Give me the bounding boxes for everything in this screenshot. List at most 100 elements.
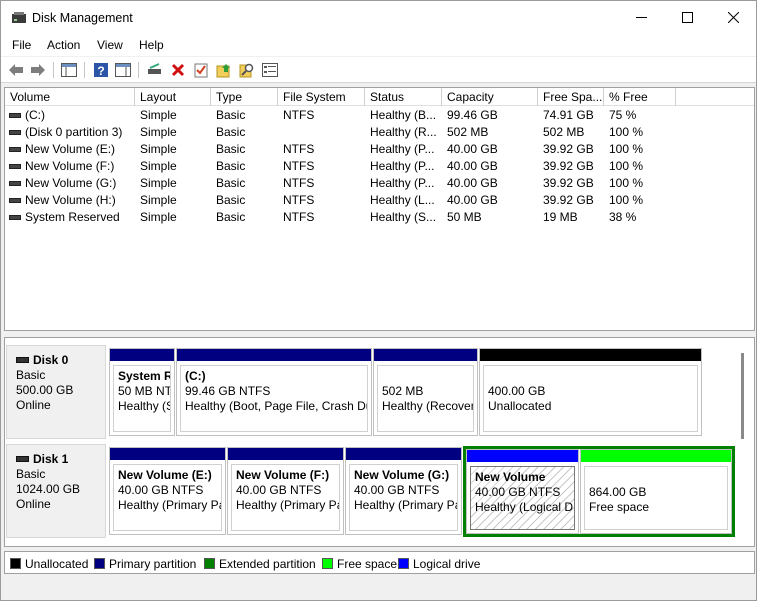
partition-size: 40.00 GB NTFS (354, 483, 440, 497)
table-row[interactable]: (Disk 0 partition 3) Simple Basic Healthy (… (5, 124, 754, 141)
table-row[interactable]: (C:) Simple Basic NTFS Healthy (B... 99.46 GB… (5, 107, 754, 124)
table-row[interactable]: New Volume (E:) Simple Basic NTFS Healthy (P… (5, 141, 754, 158)
partition-name (382, 369, 473, 384)
partition-name: (C:) (185, 369, 206, 383)
partition-system-reserved[interactable]: System R 50 MB NTF Healthy (S (109, 348, 175, 436)
volume-list-header: Volume Layout Type File System Status Ca… (5, 88, 754, 106)
column-header-type[interactable]: Type (211, 88, 278, 106)
maximize-button[interactable] (664, 1, 710, 34)
check-button[interactable] (192, 61, 210, 79)
partition-status: Healthy (Primary Pa (354, 498, 458, 512)
disk-management-icon (12, 12, 26, 23)
disk-1-label[interactable]: Disk 1 Basic 1024.00 GB Online (6, 444, 106, 538)
close-icon (727, 12, 739, 23)
graph-scrollbar[interactable] (741, 353, 744, 439)
cell-volume-wrap: (C:) (5, 107, 135, 124)
toolbar: ? (1, 57, 756, 83)
search-button[interactable] (238, 61, 256, 79)
volume-icon (9, 130, 21, 135)
cell-free-space: 39.92 GB (543, 176, 594, 190)
cell-volume: New Volume (E:) (25, 142, 116, 156)
forward-button[interactable] (29, 61, 47, 79)
menu-help[interactable]: Help (139, 38, 164, 52)
partition-size: 40.00 GB NTFS (475, 485, 561, 499)
disk-management-window: Disk Management File Action View Help ? (0, 0, 757, 601)
cell-free-space: 502 MB (543, 125, 585, 139)
cell-percent-free: 100 % (609, 176, 644, 190)
cell-percent-free: 100 % (609, 159, 644, 173)
refresh-folder-icon (216, 64, 230, 78)
cell-free-space: 74.91 GB (543, 108, 594, 122)
column-header-free-space[interactable]: Free Spa... (538, 88, 604, 106)
partition-unallocated[interactable]: 400.00 GB Unallocated (479, 348, 702, 436)
partition-h-logical-drive[interactable]: New Volume 40.00 GB NTFS Healthy (Logica… (466, 449, 579, 534)
disk-1-state: Online (16, 497, 51, 511)
settings-button[interactable] (261, 61, 279, 79)
partition-c-drive[interactable]: (C:) 99.46 GB NTFS Healthy (Boot, Page F… (176, 348, 372, 436)
column-header-status[interactable]: Status (365, 88, 442, 106)
connect-disk-icon (148, 63, 161, 74)
column-header-file-system[interactable]: File System (278, 88, 365, 106)
cell-type: Basic (216, 142, 246, 156)
menu-file[interactable]: File (12, 38, 31, 52)
disk-0-size: 500.00 GB (16, 383, 74, 397)
partition-recovery[interactable]: 502 MB Healthy (Recover (373, 348, 478, 436)
legend-label: Unallocated (25, 557, 89, 571)
back-arrow-icon (9, 64, 23, 76)
console-tree-button[interactable] (60, 61, 78, 79)
refresh-button[interactable] (215, 61, 233, 79)
cell-status: Healthy (R... (370, 125, 437, 139)
menu-action[interactable]: Action (47, 38, 80, 52)
table-row[interactable]: New Volume (F:) Simple Basic NTFS Healthy (P… (5, 158, 754, 175)
cell-capacity: 40.00 GB (447, 142, 498, 156)
cell-file-system: NTFS (283, 108, 315, 122)
partition-e-drive[interactable]: New Volume (E:) 40.00 GB NTFS Healthy (P… (109, 447, 226, 535)
delete-button[interactable] (169, 61, 187, 79)
legend-unallocated: Unallocated (10, 557, 88, 571)
disk-icon (16, 357, 29, 363)
column-header-percent-free[interactable]: % Free (604, 88, 676, 106)
partition-bar (177, 349, 371, 361)
check-icon (194, 63, 208, 78)
cell-layout: Simple (140, 210, 177, 224)
partition-status: Healthy (Logical D (475, 500, 574, 514)
table-row[interactable]: New Volume (G:) Simple Basic NTFS Healthy (P… (5, 175, 754, 192)
connect-disk-button[interactable] (146, 61, 164, 79)
partition-g-drive[interactable]: New Volume (G:) 40.00 GB NTFS Healthy (P… (345, 447, 462, 535)
column-header-layout[interactable]: Layout (135, 88, 211, 106)
column-header-capacity[interactable]: Capacity (442, 88, 538, 106)
partition-bar (110, 349, 174, 361)
partition-free-space[interactable]: 864.00 GB Free space (580, 449, 732, 534)
cell-capacity: 40.00 GB (447, 176, 498, 190)
partition-bar (110, 448, 225, 460)
title-bar: Disk Management (1, 1, 756, 34)
menu-view[interactable]: View (97, 38, 123, 52)
cell-free-space: 19 MB (543, 210, 578, 224)
table-row[interactable]: System Reserved Simple Basic NTFS Healthy (S… (5, 209, 754, 226)
cell-type: Basic (216, 108, 246, 122)
cell-capacity: 502 MB (447, 125, 489, 139)
partition-status: Healthy (Recover (382, 399, 474, 413)
close-button[interactable] (710, 1, 756, 34)
column-header-volume[interactable]: Volume (5, 88, 135, 106)
partition-bar (374, 349, 477, 361)
partition-name (589, 470, 727, 485)
minimize-button[interactable] (618, 1, 664, 34)
partition-bar (480, 349, 701, 361)
back-button[interactable] (7, 61, 25, 79)
cell-status: Healthy (S... (370, 210, 437, 224)
show-hide-button[interactable] (114, 61, 132, 79)
cell-volume: New Volume (H:) (25, 193, 116, 207)
partition-status: Free space (589, 500, 650, 514)
partition-bar (467, 450, 578, 462)
table-row[interactable]: New Volume (H:) Simple Basic NTFS Healthy (L… (5, 192, 754, 209)
partition-f-drive[interactable]: New Volume (F:) 40.00 GB NTFS Healthy (P… (227, 447, 344, 535)
cell-free-space: 39.92 GB (543, 142, 594, 156)
disk-graphical-view: Disk 0 Basic 500.00 GB Online System R 5… (4, 337, 755, 547)
window-title: Disk Management (32, 11, 133, 25)
maximize-icon (681, 12, 693, 23)
cell-layout: Simple (140, 125, 177, 139)
disk-0-label[interactable]: Disk 0 Basic 500.00 GB Online (6, 345, 106, 439)
cell-type: Basic (216, 125, 246, 139)
help-button[interactable]: ? (92, 61, 110, 79)
